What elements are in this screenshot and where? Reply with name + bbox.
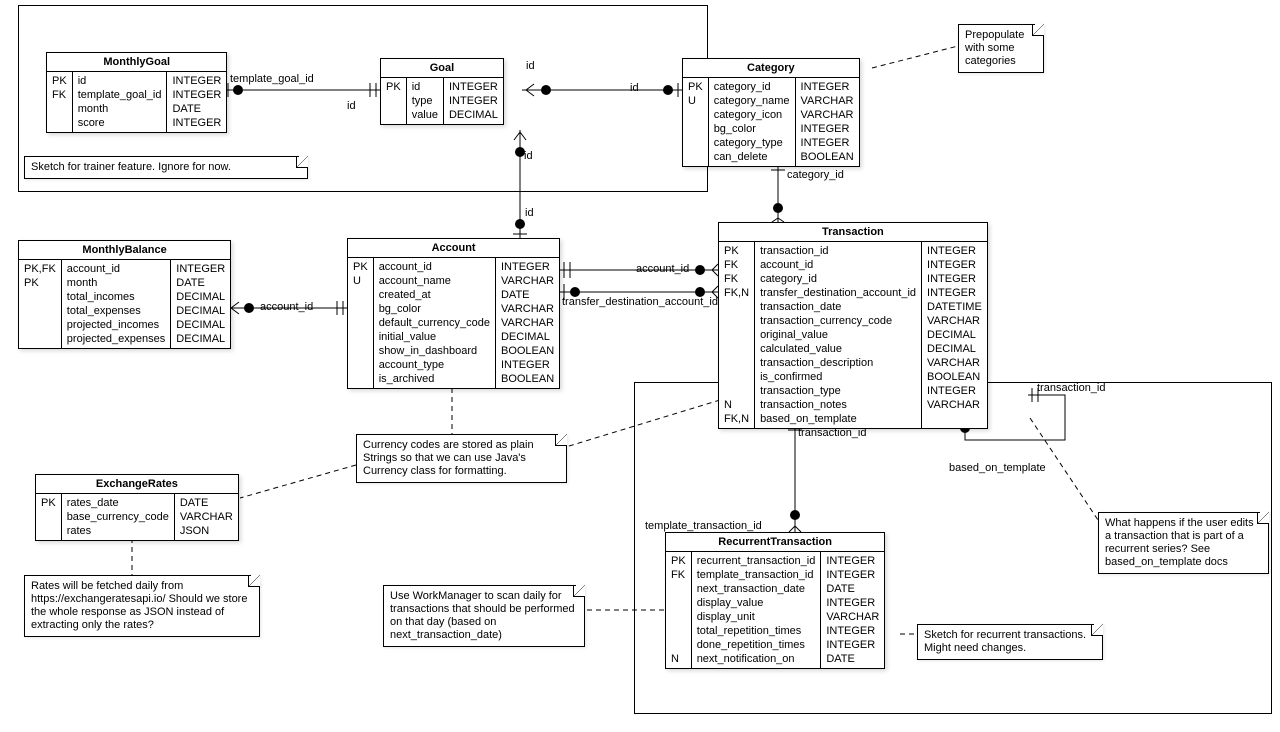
key-col: PK <box>381 78 407 124</box>
type-col: INTEGERINTEGERDATEINTEGERVARCHARINTEGERI… <box>821 552 884 668</box>
entity-title: RecurrentTransaction <box>666 533 884 552</box>
edge-label: account_id <box>260 301 313 313</box>
field-col: rates_datebase_currency_coderates <box>62 494 175 540</box>
edge-label: id <box>525 207 534 219</box>
edge-label: template_goal_id <box>230 73 314 85</box>
note: Sketch for recurrent transactions. Might… <box>917 624 1103 660</box>
edge-label: transaction_id <box>1037 382 1106 394</box>
entity-title: Category <box>683 59 859 78</box>
field-col: account_idmonthtotal_incomestotal_expens… <box>62 260 171 348</box>
entity-title: MonthlyBalance <box>19 241 230 260</box>
edge-label: id <box>526 60 535 72</box>
key-col: PKU <box>683 78 709 166</box>
entity-title: Goal <box>381 59 503 78</box>
field-col: category_idcategory_namecategory_iconbg_… <box>709 78 796 166</box>
edge-label: based_on_template <box>949 462 1046 474</box>
edge-label: id <box>524 150 533 162</box>
type-col: INTEGERDATEDECIMALDECIMALDECIMALDECIMAL <box>171 260 230 348</box>
field-col: transaction_idaccount_idcategory_idtrans… <box>755 242 922 428</box>
note: Sketch for trainer feature. Ignore for n… <box>24 156 308 179</box>
key-col: PKFKFKFK,N NFK,N <box>719 242 755 428</box>
key-col: PKFK N <box>666 552 692 668</box>
edge-label: id <box>630 82 639 94</box>
edge-label: template_transaction_id <box>645 520 762 532</box>
type-col: INTEGERVARCHARDATEVARCHARVARCHARDECIMALB… <box>496 258 559 388</box>
note: Rates will be fetched daily from https:/… <box>24 575 260 637</box>
field-col: idtypevalue <box>407 78 444 124</box>
note: Use WorkManager to scan daily for transa… <box>383 585 585 647</box>
entity-transaction: TransactionPKFKFKFK,N NFK,Ntransaction_i… <box>718 222 988 429</box>
key-col: PKU <box>348 258 374 388</box>
entity-monthlygoal: MonthlyGoalPKFK idtemplate_goal_idmonths… <box>46 52 227 133</box>
entity-recurrent: RecurrentTransactionPKFK Nrecurrent_tran… <box>665 532 885 669</box>
field-col: recurrent_transaction_idtemplate_transac… <box>692 552 822 668</box>
edge-label: id <box>347 100 356 112</box>
type-col: DATEVARCHARJSON <box>175 494 238 540</box>
entity-monthlybal: MonthlyBalancePK,FKPK account_idmonthtot… <box>18 240 231 349</box>
key-col: PKFK <box>47 72 73 132</box>
note: What happens if the user edits a transac… <box>1098 512 1269 574</box>
type-col: INTEGERVARCHARVARCHARINTEGERINTEGERBOOLE… <box>796 78 859 166</box>
edge-label: category_id <box>787 169 844 181</box>
key-col: PK,FKPK <box>19 260 62 348</box>
entity-goal: GoalPK idtypevalueINTEGERINTEGERDECIMAL <box>380 58 504 125</box>
type-col: INTEGERINTEGERDECIMAL <box>444 78 503 124</box>
entity-exchange: ExchangeRatesPK rates_datebase_currency_… <box>35 474 239 541</box>
entity-account: AccountPKU account_idaccount_namecreated… <box>347 238 560 389</box>
type-col: INTEGERINTEGERINTEGERINTEGERDATETIMEVARC… <box>922 242 987 428</box>
note: Prepopulate with some categories <box>958 24 1044 73</box>
field-col: account_idaccount_namecreated_atbg_color… <box>374 258 496 388</box>
edge-label: transfer_destination_account_id <box>562 296 718 308</box>
note: Currency codes are stored as plain Strin… <box>356 434 567 483</box>
edge-label: transaction_id <box>798 427 867 439</box>
entity-title: Transaction <box>719 223 987 242</box>
field-col: idtemplate_goal_idmonthscore <box>73 72 168 132</box>
key-col: PK <box>36 494 62 540</box>
type-col: INTEGERINTEGERDATEINTEGER <box>167 72 226 132</box>
entity-title: ExchangeRates <box>36 475 238 494</box>
entity-category: CategoryPKU category_idcategory_namecate… <box>682 58 860 167</box>
entity-title: Account <box>348 239 559 258</box>
entity-title: MonthlyGoal <box>47 53 226 72</box>
edge-label: account_id <box>636 263 689 275</box>
